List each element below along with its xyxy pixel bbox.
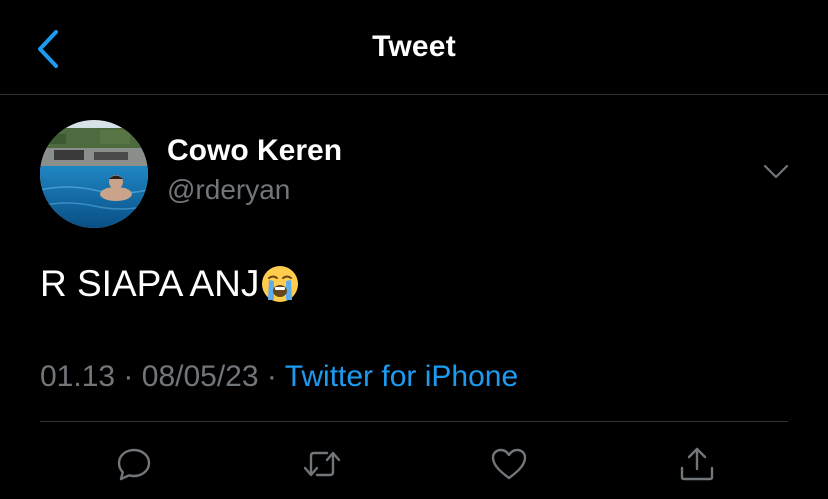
display-name[interactable]: Cowo Keren xyxy=(167,134,342,168)
tweet-metadata: 01.13 · 08/05/23 · Twitter for iPhone xyxy=(40,360,518,394)
separator: · xyxy=(266,360,277,393)
tweet-text: R SIAPA ANJ xyxy=(40,263,260,304)
page-title: Tweet xyxy=(372,30,456,63)
heart-icon xyxy=(491,448,527,480)
reply-icon xyxy=(117,448,151,481)
tweet-body: R SIAPA ANJ xyxy=(40,263,300,305)
tweet-source-link[interactable]: Twitter for iPhone xyxy=(285,360,518,393)
loudly-crying-face-icon xyxy=(260,264,300,304)
share-icon xyxy=(680,447,714,481)
avatar[interactable] xyxy=(40,120,148,228)
share-button[interactable] xyxy=(677,444,717,484)
separator: · xyxy=(123,360,134,393)
tweet-time: 01.13 xyxy=(40,360,116,393)
top-navigation-bar: Tweet xyxy=(0,0,828,95)
like-button[interactable] xyxy=(489,444,529,484)
chevron-down-icon xyxy=(763,164,789,179)
retweet-icon xyxy=(303,451,341,477)
more-options-button[interactable] xyxy=(760,160,792,184)
profile-photo xyxy=(40,120,148,228)
username-handle[interactable]: @rderyan xyxy=(167,174,290,206)
retweet-button[interactable] xyxy=(302,444,342,484)
divider xyxy=(40,421,788,422)
reply-button[interactable] xyxy=(114,444,154,484)
tweet-date: 08/05/23 xyxy=(141,360,259,393)
